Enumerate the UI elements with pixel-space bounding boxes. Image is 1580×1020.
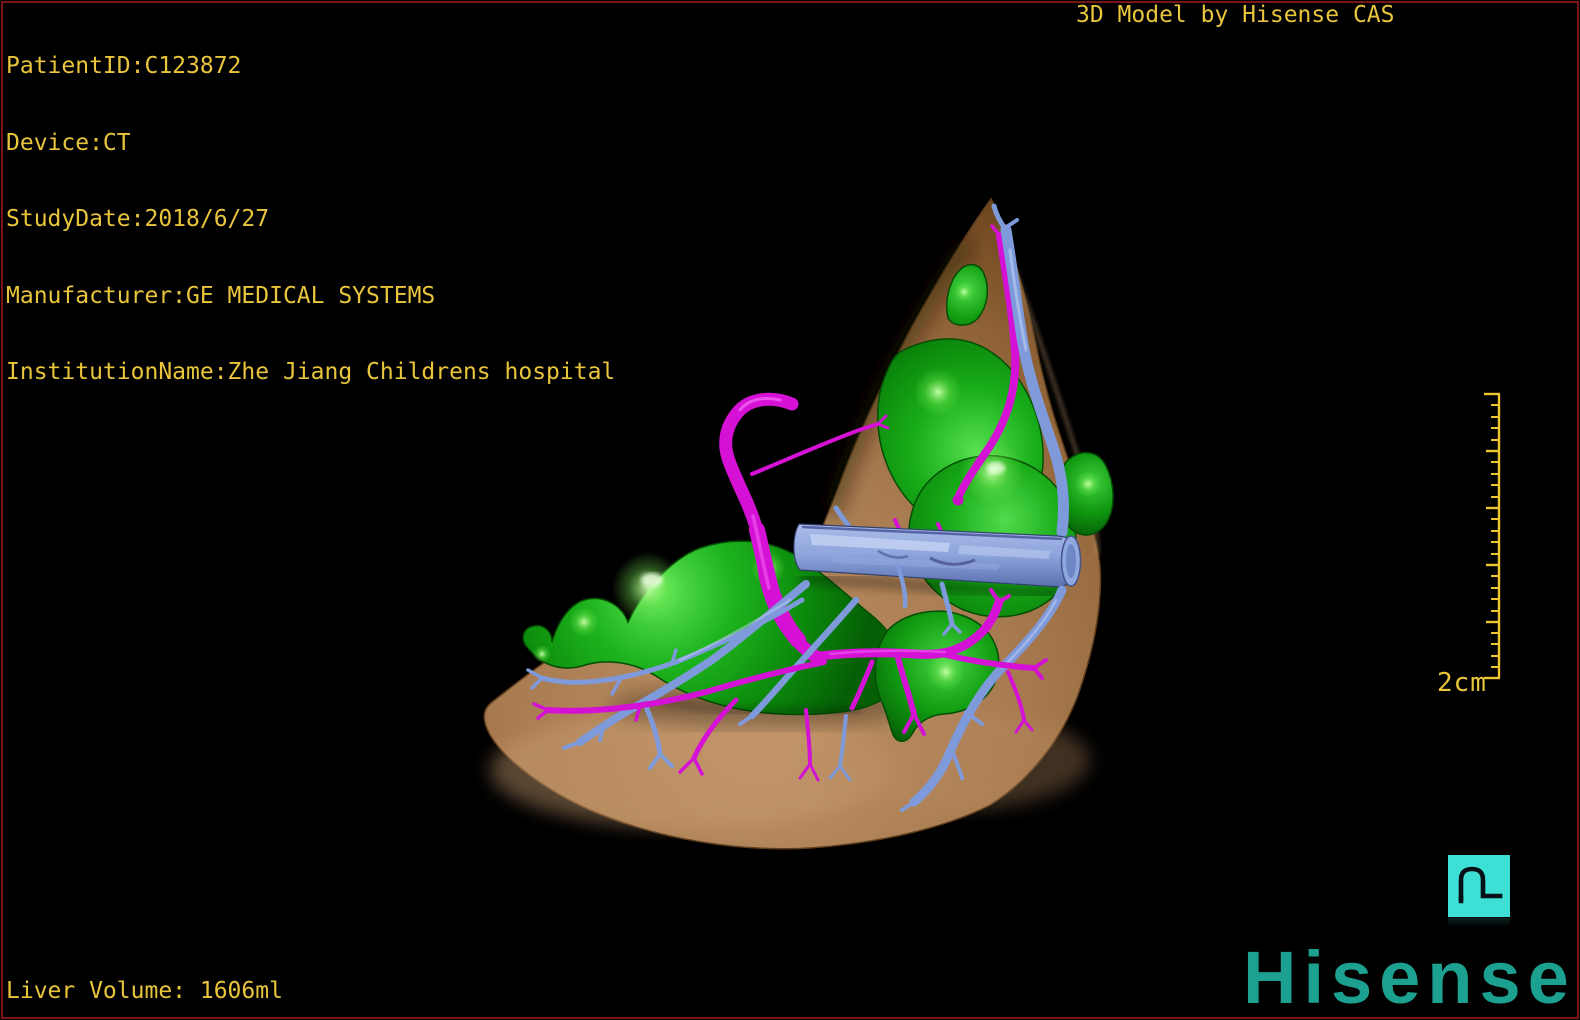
orientation-marker-button[interactable] (1448, 855, 1510, 917)
cas-3d-viewer-window: PatientID:C123872 Device:CT StudyDate:20… (0, 0, 1580, 1020)
scale-ruler (1484, 392, 1501, 680)
hisense-logo: Hisense (1243, 938, 1576, 1018)
posterior-orientation-icon (1458, 866, 1503, 904)
